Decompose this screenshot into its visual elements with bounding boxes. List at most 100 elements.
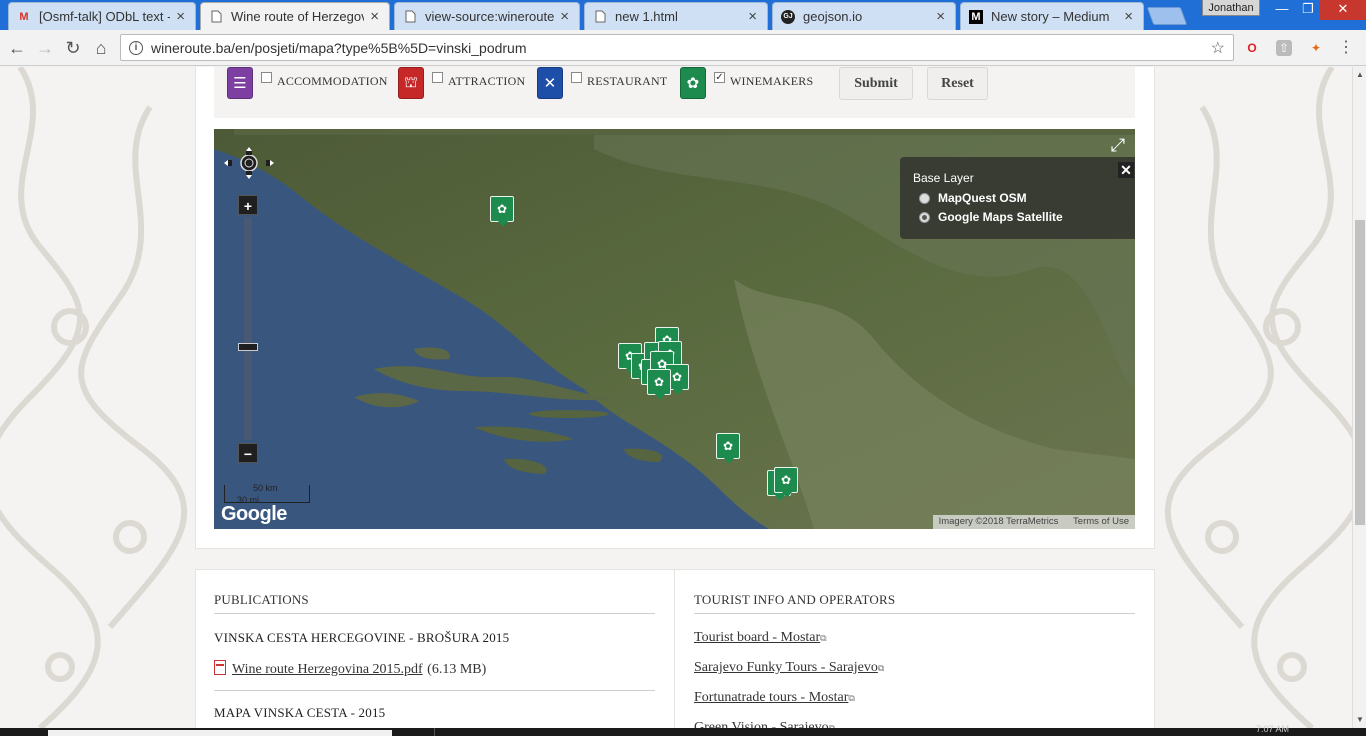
winery-pin[interactable]: ✿ xyxy=(716,433,740,464)
tab-title: [Osmf-talk] ODbL text - xyxy=(39,9,171,24)
profile-button[interactable]: Jonathan xyxy=(1202,0,1260,16)
tab-title: New story – Medium xyxy=(991,9,1110,24)
close-icon[interactable]: × xyxy=(1124,8,1133,25)
close-icon[interactable]: × xyxy=(560,8,569,25)
bookmark-star-icon[interactable]: ☆ xyxy=(1211,38,1225,58)
scrollbar-thumb[interactable] xyxy=(1355,220,1365,525)
close-icon[interactable]: × xyxy=(748,8,757,25)
layer-option-mapquest[interactable]: MapQuest OSM xyxy=(919,191,1135,205)
scale-label: 50 km xyxy=(253,483,278,493)
layer-switcher-title: Base Layer xyxy=(913,171,974,185)
winery-pin[interactable]: ✿ xyxy=(490,196,514,227)
zoom-slider-handle[interactable] xyxy=(238,343,258,351)
filter-restaurant[interactable]: ✕ RESTAURANT xyxy=(537,67,667,107)
ornament-left xyxy=(0,67,188,728)
pdf-link[interactable]: Wine route Herzegovina 2015.pdf xyxy=(232,662,423,677)
reload-icon[interactable]: ↻ xyxy=(61,36,85,60)
filter-label: ACCOMMODATION xyxy=(277,74,388,88)
tab-new-html[interactable]: new 1.html × xyxy=(584,2,768,30)
tab-geojson[interactable]: GJ geojson.io × xyxy=(772,2,956,30)
new-tab-button[interactable] xyxy=(1146,7,1188,25)
imagery-credit: Imagery ©2018 TerraMetrics xyxy=(938,516,1059,527)
scale-bar: 50 km 30 mi xyxy=(224,483,310,505)
submit-button[interactable]: Submit xyxy=(839,67,913,100)
filter-winemakers[interactable]: ✿ ✓ WINEMAKERS xyxy=(680,67,813,107)
layer-option-google[interactable]: Google Maps Satellite xyxy=(919,210,1135,224)
scroll-up-icon[interactable]: ▲ xyxy=(1356,70,1364,79)
filter-attraction[interactable]: ⛫ ATTRACTION xyxy=(398,67,525,107)
close-icon[interactable]: × xyxy=(370,8,379,25)
filter-accommodation[interactable]: ☰ ACCOMMODATION xyxy=(227,67,388,107)
browser-toolbar: ← → ↻ ⌂ i wineroute.ba/en/posjeti/mapa?t… xyxy=(0,30,1366,66)
tourist-link[interactable]: Fortunatrade tours - Mostar xyxy=(694,690,848,705)
medium-icon: M xyxy=(969,9,983,24)
divider xyxy=(214,690,655,691)
close-icon[interactable]: × xyxy=(176,8,185,25)
tab-medium[interactable]: M New story – Medium × xyxy=(960,2,1144,30)
geojson-icon: GJ xyxy=(781,9,795,24)
attraction-checkbox[interactable] xyxy=(432,72,443,83)
page-scrollbar[interactable]: ▲ ▼ xyxy=(1352,67,1366,728)
accommodation-checkbox[interactable] xyxy=(261,72,272,83)
opera-extension-icon[interactable]: O xyxy=(1244,40,1260,56)
list-item: Tourist board - Mostar⧉ xyxy=(694,628,1135,646)
layer-label: MapQuest OSM xyxy=(938,191,1027,205)
info-icon[interactable]: i xyxy=(129,40,143,55)
taskbar-window[interactable] xyxy=(48,730,392,736)
zoom-in-button[interactable]: + xyxy=(238,195,258,215)
landmark-icon: ⛫ xyxy=(398,67,424,99)
list-item: Fortunatrade tours - Mostar⧉ xyxy=(694,688,1135,706)
tourist-link[interactable]: Tourist board - Mostar xyxy=(694,630,820,645)
scroll-down-icon[interactable]: ▼ xyxy=(1356,715,1364,724)
publications-section: PUBLICATIONS VINSKA CESTA HERCEGOVINE - … xyxy=(214,592,655,728)
map-view[interactable]: ✿ ✿ ✿ ✿ ✿ ✿ ✿ ✿ ✿ ✿ ✿ ✿ ✿ ⤢ + − xyxy=(214,129,1135,529)
restaurant-checkbox[interactable] xyxy=(571,72,582,83)
minimize-icon[interactable]: — xyxy=(1268,0,1296,20)
tab-wine-route[interactable]: Wine route of Herzegov × xyxy=(200,2,390,30)
divider xyxy=(674,569,675,728)
tourist-link[interactable]: Sarajevo Funky Tours - Sarajevo xyxy=(694,660,878,675)
winery-pin[interactable]: ✿ xyxy=(774,467,798,498)
pan-control[interactable] xyxy=(224,147,274,197)
google-radio[interactable] xyxy=(919,211,930,223)
publication-heading: VINSKA CESTA HERCEGOVINE - BROŠURA 2015 xyxy=(214,630,510,645)
mapquest-radio[interactable] xyxy=(919,192,930,204)
menu-icon[interactable]: ⋮ xyxy=(1338,40,1354,56)
tab-strip: M [Osmf-talk] ODbL text - × Wine route o… xyxy=(0,0,1366,30)
layer-switcher: Base Layer MapQuest OSM Google Maps Sate… xyxy=(900,157,1135,239)
list-item: Sarajevo Funky Tours - Sarajevo⧉ xyxy=(694,658,1135,676)
restore-icon[interactable]: ❐ xyxy=(1294,0,1322,20)
tab-title: view-source:wineroute.b xyxy=(425,9,555,24)
google-logo: Google xyxy=(221,503,287,525)
external-link-icon: ⧉ xyxy=(877,663,885,673)
filter-label: ATTRACTION xyxy=(448,74,526,88)
tourist-link[interactable]: Green Vision - Sarajevo xyxy=(694,720,829,728)
winemakers-checkbox[interactable]: ✓ xyxy=(714,72,725,83)
fox-extension-icon[interactable]: ✦ xyxy=(1308,40,1324,56)
close-icon[interactable]: × xyxy=(936,8,945,25)
tab-title: new 1.html xyxy=(615,9,678,24)
window-close-icon[interactable]: ✕ xyxy=(1320,0,1366,20)
zoom-track[interactable] xyxy=(244,217,252,440)
tab-gmail[interactable]: M [Osmf-talk] ODbL text - × xyxy=(8,2,196,30)
forward-icon[interactable]: → xyxy=(33,36,57,60)
tab-view-source[interactable]: view-source:wineroute.b × xyxy=(394,2,580,30)
reset-button[interactable]: Reset xyxy=(927,67,988,100)
close-icon[interactable]: ✕ xyxy=(1118,162,1134,178)
terms-link[interactable]: Terms of Use xyxy=(1073,516,1129,527)
layer-label: Google Maps Satellite xyxy=(938,210,1063,224)
page-icon xyxy=(403,10,417,24)
back-icon[interactable]: ← xyxy=(5,36,29,60)
extension-icon[interactable]: ⇧ xyxy=(1276,40,1292,56)
list-item: Green Vision - Sarajevo⧉ xyxy=(694,718,1135,728)
home-icon[interactable]: ⌂ xyxy=(89,36,113,60)
fullscreen-icon[interactable]: ⤢ xyxy=(1106,134,1130,158)
winery-pin[interactable]: ✿ xyxy=(647,369,671,400)
map-attribution: Imagery ©2018 TerraMetrics Terms of Use xyxy=(932,515,1135,529)
zoom-out-button[interactable]: − xyxy=(238,443,258,463)
publications-title: PUBLICATIONS xyxy=(214,592,655,614)
address-bar[interactable]: i wineroute.ba/en/posjeti/mapa?type%5B%5… xyxy=(120,34,1234,61)
fork-knife-icon: ✕ xyxy=(537,67,563,99)
filter-bar: ☰ ACCOMMODATION ⛫ ATTRACTION ✕ RESTAURAN… xyxy=(214,67,1135,118)
url-text: wineroute.ba/en/posjeti/mapa?type%5B%5D=… xyxy=(151,39,527,56)
